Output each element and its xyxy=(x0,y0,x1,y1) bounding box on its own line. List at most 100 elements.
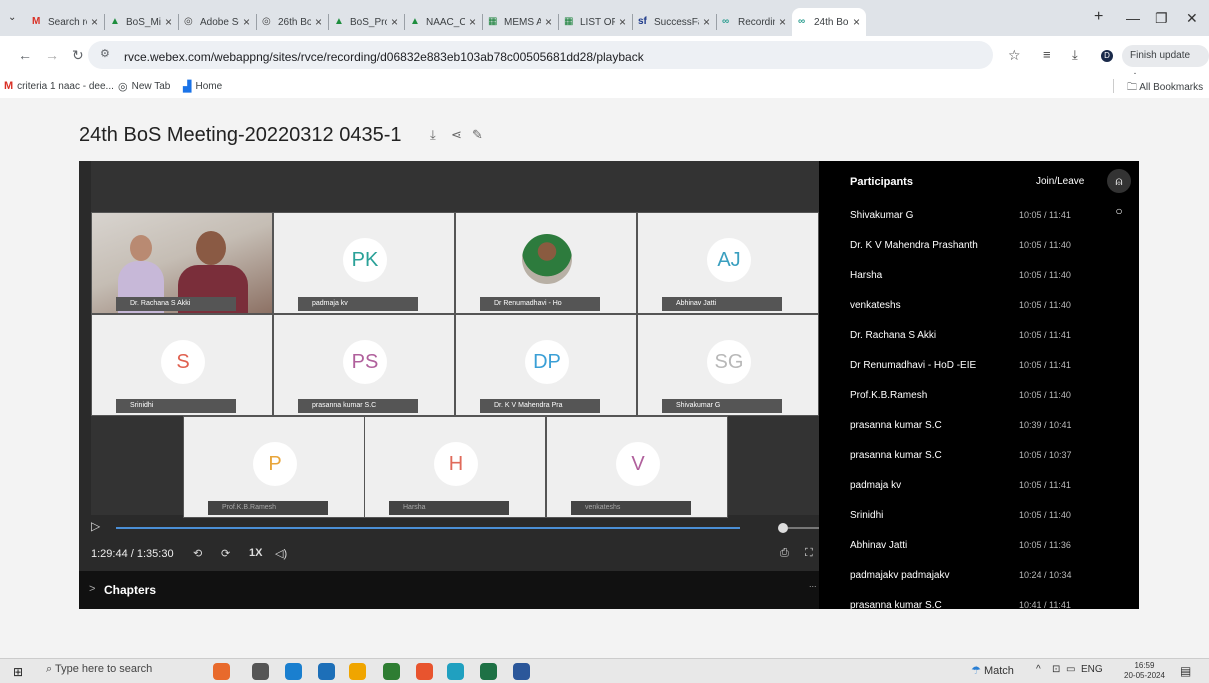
browser-tab[interactable]: ▦ MEMS AS × xyxy=(482,8,558,36)
progress-knob[interactable] xyxy=(778,523,788,533)
volume-icon[interactable]: ◁) xyxy=(275,547,287,560)
participant-row: padmaja kv 10:05 / 11:41 xyxy=(819,471,1099,501)
tab-search-chevron-icon[interactable]: ⌄ xyxy=(8,12,16,23)
bookmark-new-tab[interactable]: ◎ New Tab xyxy=(118,80,170,93)
participant-name: Dr. Rachana S Akki xyxy=(850,330,937,341)
progress-remaining xyxy=(788,527,819,529)
taskbar-app-icon[interactable] xyxy=(383,663,400,680)
tab-favicon-icon: ▲ xyxy=(334,16,344,27)
profile-avatar[interactable]: D xyxy=(1101,50,1113,62)
chevron-right-icon: > xyxy=(89,583,96,595)
url-text[interactable]: rvce.webex.com/webappng/sites/rvce/recor… xyxy=(124,50,644,64)
browser-tab[interactable]: ∞ 24th BoS × xyxy=(792,8,866,36)
back-icon[interactable]: ← xyxy=(18,47,32,63)
bookmarks-bar: M criteria 1 naac - dee... ◎ New Tab ▟ H… xyxy=(0,74,1209,98)
taskbar-app-icon[interactable] xyxy=(416,663,433,680)
taskbar-app-icon[interactable] xyxy=(213,663,230,680)
participant-photo xyxy=(522,234,572,284)
progress-bar[interactable] xyxy=(116,527,740,529)
browser-tab[interactable]: M Search re × xyxy=(26,8,104,36)
bookmark-home[interactable]: ▟ Home xyxy=(183,80,222,93)
minimize-icon[interactable]: — xyxy=(1126,10,1140,26)
download-icon[interactable]: ⤓ xyxy=(1072,47,1078,63)
all-bookmarks-button[interactable]: 🗀 All Bookmarks xyxy=(1127,80,1203,97)
taskbar-app-icon[interactable] xyxy=(447,663,464,680)
participant-name-label: Dr. Rachana S Akki xyxy=(116,297,236,311)
participant-tile: Dr. Rachana S Akki xyxy=(91,212,273,314)
weather-widget[interactable]: ☂ Match xyxy=(971,664,1014,677)
captions-icon[interactable]: ⎙ xyxy=(780,547,789,560)
reading-list-icon[interactable]: ≡ xyxy=(1043,47,1051,62)
taskbar-app-icon[interactable] xyxy=(349,663,366,680)
browser-tab[interactable]: ▲ BoS_Minu × xyxy=(104,8,178,36)
taskbar-app-icon[interactable] xyxy=(285,663,302,680)
network-icon[interactable]: ⊡ xyxy=(1052,664,1060,675)
site-info-icon[interactable]: ⚙ xyxy=(100,47,110,60)
language-indicator[interactable]: ENG xyxy=(1081,664,1103,675)
fullscreen-icon[interactable]: ⛶ xyxy=(805,547,813,560)
tab-close-icon[interactable]: × xyxy=(619,15,626,29)
tab-close-icon[interactable]: × xyxy=(315,15,322,29)
participant-row: Harsha 10:05 / 11:40 xyxy=(819,261,1099,291)
display-icon[interactable]: ▭ xyxy=(1066,664,1075,675)
participants-title: Participants xyxy=(850,176,913,188)
tab-close-icon[interactable]: × xyxy=(391,15,398,29)
taskbar-app-icon[interactable] xyxy=(252,663,269,680)
browser-tab[interactable]: ▲ BoS_Proc × xyxy=(328,8,404,36)
taskbar-search[interactable]: ⌕ Type here to search xyxy=(46,663,152,676)
new-tab-button[interactable]: + xyxy=(1094,8,1103,26)
participant-initials: AJ xyxy=(707,238,751,282)
forward-skip-icon[interactable]: ⟳ xyxy=(221,547,230,560)
download-icon[interactable]: ⤓ xyxy=(430,127,436,143)
chat-icon[interactable]: ○ xyxy=(1107,199,1131,223)
participant-name-label: Dr Renumadhavi - Ho xyxy=(480,297,600,311)
participant-name: padmaja kv xyxy=(850,480,902,491)
participants-toggle-icon[interactable]: ⍝ xyxy=(1107,169,1131,193)
play-icon[interactable]: ▷ xyxy=(91,519,100,533)
taskbar-app-icon[interactable] xyxy=(318,663,335,680)
bookmark-criteria[interactable]: M criteria 1 naac - dee... xyxy=(4,80,114,92)
address-bar: ← → ↻ ⚙ rvce.webex.com/webappng/sites/rv… xyxy=(0,36,1209,83)
notifications-icon[interactable]: ▤ xyxy=(1180,664,1191,678)
tab-close-icon[interactable]: × xyxy=(703,15,710,29)
bookmark-star-icon[interactable]: ☆ xyxy=(1008,47,1021,64)
tab-close-icon[interactable]: × xyxy=(853,15,860,29)
reload-icon[interactable]: ↻ xyxy=(72,47,84,64)
participant-name-label: Prof.K.B.Ramesh xyxy=(208,501,328,515)
browser-tab[interactable]: ◎ Adobe Sc × xyxy=(178,8,256,36)
system-clock[interactable]: 16:59 20-05-2024 xyxy=(1124,661,1165,681)
taskbar-app-icon[interactable] xyxy=(513,663,530,680)
participant-tile: Dr Renumadhavi - Ho xyxy=(455,212,637,314)
participant-name: Dr Renumadhavi - HoD -EIE xyxy=(850,360,977,371)
participants-header: Participants Join/Leave xyxy=(819,161,1099,201)
speed-button[interactable]: 1X xyxy=(249,547,262,559)
close-window-icon[interactable]: ✕ xyxy=(1186,10,1198,27)
restore-icon[interactable]: ❐ xyxy=(1155,10,1168,27)
rewind-icon[interactable]: ⟲ xyxy=(193,547,202,560)
edit-icon[interactable]: ✎ xyxy=(472,127,483,143)
tab-close-icon[interactable]: × xyxy=(91,15,98,29)
tab-title: Recording xyxy=(738,16,775,28)
taskbar-app-icon[interactable] xyxy=(480,663,497,680)
browser-tab[interactable]: ▲ NAAC_Cr × xyxy=(404,8,482,36)
tab-close-icon[interactable]: × xyxy=(545,15,552,29)
participant-tile: PK padmaja kv xyxy=(273,212,455,314)
chapters-section[interactable]: > Chapters xyxy=(79,571,819,609)
browser-tab[interactable]: sf SuccessFa × xyxy=(632,8,716,36)
participant-row: padmajakv padmajakv 10:24 / 10:34 xyxy=(819,561,1099,591)
tab-close-icon[interactable]: × xyxy=(469,15,476,29)
share-icon[interactable]: ⋖ xyxy=(451,127,462,143)
tab-favicon-icon: ◎ xyxy=(184,16,193,27)
more-options[interactable]: ... xyxy=(809,579,817,589)
forward-icon[interactable]: → xyxy=(45,47,59,63)
browser-tab[interactable]: ▦ LIST OF E × xyxy=(558,8,632,36)
tab-close-icon[interactable]: × xyxy=(779,15,786,29)
windows-start-icon[interactable]: ⊞ xyxy=(13,665,23,679)
tab-close-icon[interactable]: × xyxy=(243,15,250,29)
tab-close-icon[interactable]: × xyxy=(165,15,172,29)
finish-update-button[interactable]: Finish update ⋮ xyxy=(1122,45,1209,83)
tray-chevron-icon[interactable]: ^ xyxy=(1036,664,1041,675)
browser-tab[interactable]: ∞ Recording × xyxy=(716,8,792,36)
video-player[interactable]: Dr. Rachana S Akki PK padmaja kv Dr Renumad… xyxy=(79,161,819,609)
browser-tab[interactable]: ◎ 26th BoS × xyxy=(256,8,328,36)
